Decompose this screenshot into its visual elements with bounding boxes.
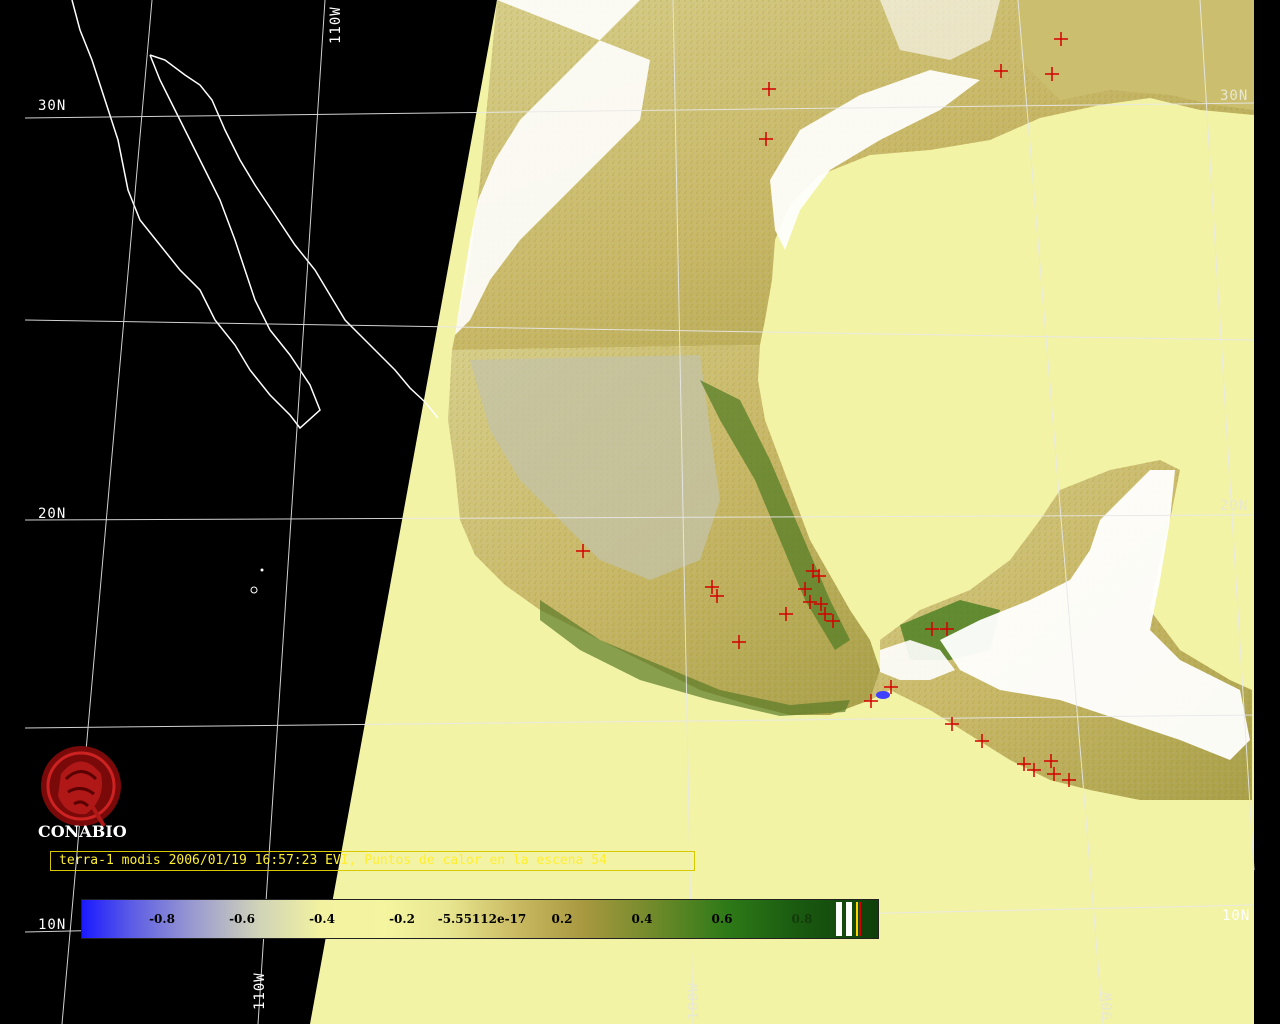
- colorbar-hotspot-swatch: [856, 902, 858, 936]
- colorbar-tick: 0.6: [711, 912, 733, 926]
- colorbar-tick: -5.55112e-17: [437, 912, 527, 926]
- caption-text: terra-1 modis 2006/01/19 16:57:23 EVI, P…: [59, 853, 607, 868]
- scene-right-edge: [1254, 0, 1280, 1024]
- lon-label-100w-bottom: 100W: [686, 982, 702, 1020]
- lat-label-30n-right: 30N: [1220, 88, 1249, 104]
- caption-box: terra-1 modis 2006/01/19 16:57:23 EVI, P…: [50, 851, 695, 871]
- colorbar-tick: -0.2: [389, 912, 415, 926]
- conabio-name: CONABIO: [38, 822, 127, 841]
- colorbar-tick: 0.8: [791, 912, 813, 926]
- colorbar-tick: 0.2: [551, 912, 573, 926]
- lon-label-90w-bottom: 90W: [1100, 991, 1116, 1020]
- lon-label-110w-bottom: 110W: [252, 972, 268, 1010]
- lake: [876, 691, 890, 699]
- colorbar-tick: -0.8: [149, 912, 175, 926]
- lat-label-20n-left: 20N: [38, 506, 67, 522]
- lon-label-110w-top: 110W: [328, 6, 344, 44]
- lat-label-10n-left: 10N: [38, 917, 67, 933]
- lat-label-10n-right: 10N: [1222, 908, 1251, 924]
- colorbar-cloud-swatch: [836, 902, 842, 936]
- colorbar-tick: -0.6: [229, 912, 255, 926]
- colorbar-tick: 0.4: [631, 912, 653, 926]
- colorbar: -0.8 -0.6 -0.4 -0.2 -5.55112e-17 0.2 0.4…: [81, 899, 879, 939]
- lat-label-30n-left: 30N: [38, 98, 67, 114]
- lat-label-20n-right: 20N: [1220, 498, 1249, 514]
- colorbar-hotspot-swatch: [859, 902, 861, 936]
- island: [260, 568, 264, 572]
- colorbar-tick: -0.4: [309, 912, 335, 926]
- colorbar-cloud-swatch: [846, 902, 852, 936]
